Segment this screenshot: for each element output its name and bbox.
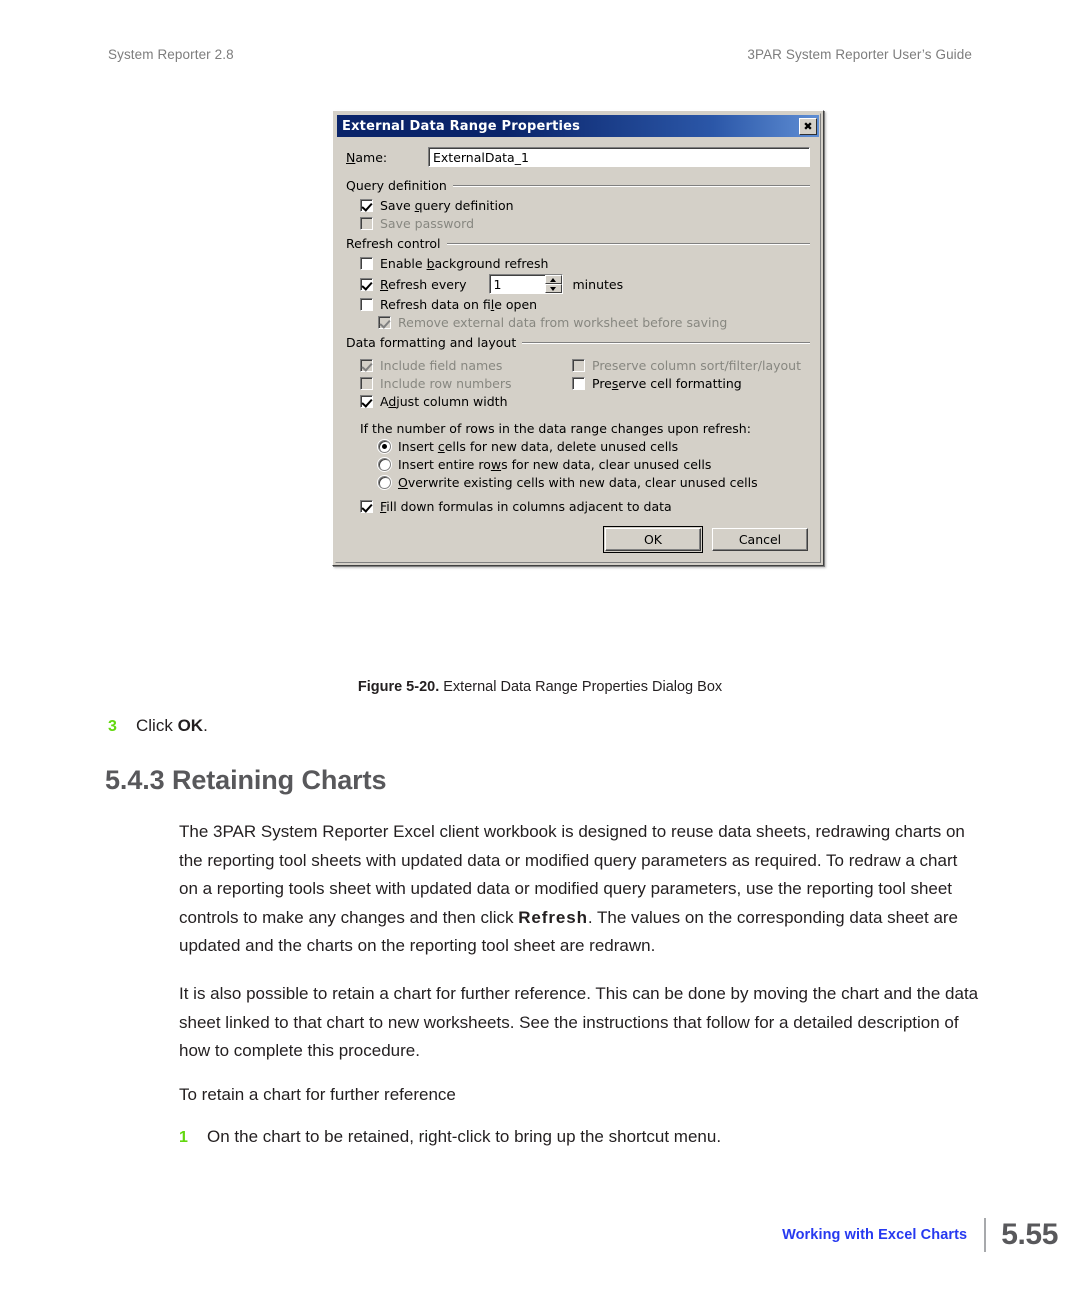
- refresh-interval-stepper[interactable]: 1: [488, 274, 563, 294]
- checkbox-row-save-query-definition[interactable]: Save query definition: [360, 198, 810, 213]
- external-data-range-properties-dialog: External Data Range Properties ✖ Name: E…: [332, 110, 824, 566]
- procedure-lead-in: To retain a chart for further reference: [179, 1084, 456, 1104]
- save-query-definition-label: Save query definition: [380, 198, 514, 213]
- stepper-up-icon[interactable]: [544, 275, 562, 284]
- page-header: System Reporter 2.8 3PAR System Reporter…: [108, 47, 972, 62]
- paragraph-retaining-charts: The 3PAR System Reporter Excel client wo…: [179, 818, 979, 961]
- fill-down-formulas-label: Fill down formulas in columns adjacent t…: [380, 499, 672, 514]
- figure-number: Figure 5-20.: [357, 679, 440, 695]
- close-icon[interactable]: ✖: [799, 117, 817, 135]
- save-password-label: Save password: [380, 216, 475, 231]
- refresh-interval-value: 1: [493, 276, 502, 292]
- step-right-click-chart: 1 On the chart to be retained, right-cli…: [179, 1127, 988, 1147]
- name-label: Name:: [346, 149, 388, 165]
- figure-caption-text: External Data Range Properties Dialog Bo…: [443, 679, 723, 695]
- fill-down-formulas-checkbox[interactable]: [360, 500, 373, 513]
- checkbox-row-include-field-names: Include field names: [360, 358, 558, 373]
- checkbox-row-refresh-every[interactable]: Refresh every 1 minutes: [360, 274, 810, 294]
- step-text-pre: Click: [136, 716, 178, 735]
- page-footer: Working with Excel Charts 5.55: [782, 1218, 1058, 1252]
- step-number: 1: [179, 1128, 188, 1146]
- preserve-cell-formatting-checkbox[interactable]: [572, 377, 585, 390]
- step-text-bold: OK: [177, 716, 204, 735]
- refresh-every-checkbox[interactable]: [360, 277, 373, 291]
- enable-background-refresh-checkbox[interactable]: [360, 257, 373, 270]
- include-row-numbers-checkbox: [360, 377, 373, 390]
- insert-cells-radio[interactable]: [378, 440, 391, 453]
- figure-image: External Data Range Properties ✖ Name: E…: [332, 110, 824, 566]
- name-row: Name: ExternalData_1: [346, 147, 810, 167]
- overwrite-existing-cells-radio[interactable]: [378, 476, 391, 489]
- group-query-definition: Query definition: [346, 178, 810, 193]
- page-title: 5.4.3 Retaining Charts: [105, 765, 387, 795]
- preserve-column-sort-checkbox: [572, 359, 585, 372]
- checkbox-row-save-password: Save password: [360, 216, 810, 231]
- step-text: On the chart to be retained, right-click…: [207, 1126, 722, 1146]
- preserve-cell-formatting-label: Preserve cell formatting: [592, 376, 742, 391]
- name-input-value: ExternalData_1: [433, 149, 529, 165]
- group-separator-line: [452, 185, 810, 186]
- insert-entire-rows-radio[interactable]: [378, 458, 391, 471]
- adjust-column-width-checkbox[interactable]: [360, 395, 373, 408]
- paragraph-retain-reference: It is also possible to retain a chart fo…: [179, 983, 979, 1061]
- page-content: 3 Click OK. 5.4.3 Retaining Charts The 3…: [105, 716, 988, 1153]
- radio-row-overwrite-existing-cells[interactable]: Overwrite existing cells with new data, …: [378, 475, 810, 490]
- dialog-titlebar[interactable]: External Data Range Properties ✖: [337, 115, 819, 137]
- data-formatting-grid: Include field names Include row numbers …: [346, 355, 810, 412]
- checkbox-row-preserve-column-sort: Preserve column sort/filter/layout: [572, 358, 810, 373]
- cancel-button[interactable]: Cancel: [712, 528, 808, 551]
- step-number: 3: [108, 718, 117, 735]
- header-left-text: System Reporter 2.8: [108, 47, 234, 62]
- radio-row-insert-entire-rows[interactable]: Insert entire rows for new data, clear u…: [378, 457, 810, 472]
- checkbox-row-refresh-on-file-open[interactable]: Refresh data on file open: [360, 297, 810, 312]
- step-click-ok: 3 Click OK.: [108, 716, 988, 736]
- name-input[interactable]: ExternalData_1: [428, 147, 810, 167]
- radio-row-insert-cells[interactable]: Insert cells for new data, delete unused…: [378, 439, 810, 454]
- include-field-names-checkbox: [360, 359, 373, 372]
- dialog-title: External Data Range Properties: [342, 118, 581, 134]
- save-query-definition-checkbox[interactable]: [360, 199, 373, 212]
- refresh-units-label: minutes: [572, 276, 624, 292]
- checkbox-row-enable-background-refresh[interactable]: Enable background refresh: [360, 256, 810, 271]
- overwrite-existing-cells-label: Overwrite existing cells with new data, …: [398, 475, 758, 490]
- figure-caption: Figure 5-20. External Data Range Propert…: [108, 679, 972, 695]
- rows-change-prompt: If the number of rows in the data range …: [360, 421, 751, 436]
- dialog-button-row: OK Cancel: [346, 526, 808, 553]
- ok-button[interactable]: OK: [603, 526, 703, 553]
- footer-divider: [984, 1218, 987, 1252]
- group-query-definition-legend: Query definition: [346, 178, 447, 193]
- refresh-every-label: Refresh every: [380, 276, 467, 292]
- adjust-column-width-label: Adjust column width: [380, 394, 508, 409]
- checkbox-row-adjust-column-width[interactable]: Adjust column width: [360, 394, 558, 409]
- remove-external-data-checkbox: [378, 316, 391, 329]
- checkbox-row-include-row-numbers: Include row numbers: [360, 376, 558, 391]
- checkbox-row-preserve-cell-formatting[interactable]: Preserve cell formatting: [572, 376, 810, 391]
- refresh-data-on-file-open-checkbox[interactable]: [360, 298, 373, 311]
- remove-external-data-label: Remove external data from worksheet befo…: [398, 315, 728, 330]
- group-data-formatting-legend: Data formatting and layout: [346, 335, 517, 350]
- step-text-post: .: [203, 716, 208, 735]
- footer-section-title: Working with Excel Charts: [782, 1227, 968, 1243]
- group-data-formatting: Data formatting and layout: [346, 335, 810, 350]
- group-refresh-control: Refresh control: [346, 236, 810, 251]
- step-text: Click OK.: [136, 716, 208, 736]
- enable-background-refresh-label: Enable background refresh: [380, 256, 549, 271]
- insert-cells-label: Insert cells for new data, delete unused…: [398, 439, 679, 454]
- refresh-data-on-file-open-label: Refresh data on file open: [380, 297, 538, 312]
- header-right-text: 3PAR System Reporter User’s Guide: [747, 47, 972, 62]
- para1-refresh-bold: Refresh: [518, 907, 588, 927]
- include-field-names-label: Include field names: [380, 358, 503, 373]
- save-password-checkbox: [360, 217, 373, 230]
- preserve-column-sort-label: Preserve column sort/filter/layout: [592, 358, 801, 373]
- checkbox-row-fill-down-formulas[interactable]: Fill down formulas in columns adjacent t…: [360, 499, 810, 514]
- page-number: 5.55: [1001, 1218, 1058, 1251]
- stepper-down-icon[interactable]: [544, 284, 562, 293]
- group-separator-line: [522, 342, 810, 343]
- group-separator-line: [446, 243, 810, 244]
- insert-entire-rows-label: Insert entire rows for new data, clear u…: [398, 457, 712, 472]
- group-refresh-control-legend: Refresh control: [346, 236, 441, 251]
- checkbox-row-remove-external-data: Remove external data from worksheet befo…: [378, 315, 810, 330]
- include-row-numbers-label: Include row numbers: [380, 376, 512, 391]
